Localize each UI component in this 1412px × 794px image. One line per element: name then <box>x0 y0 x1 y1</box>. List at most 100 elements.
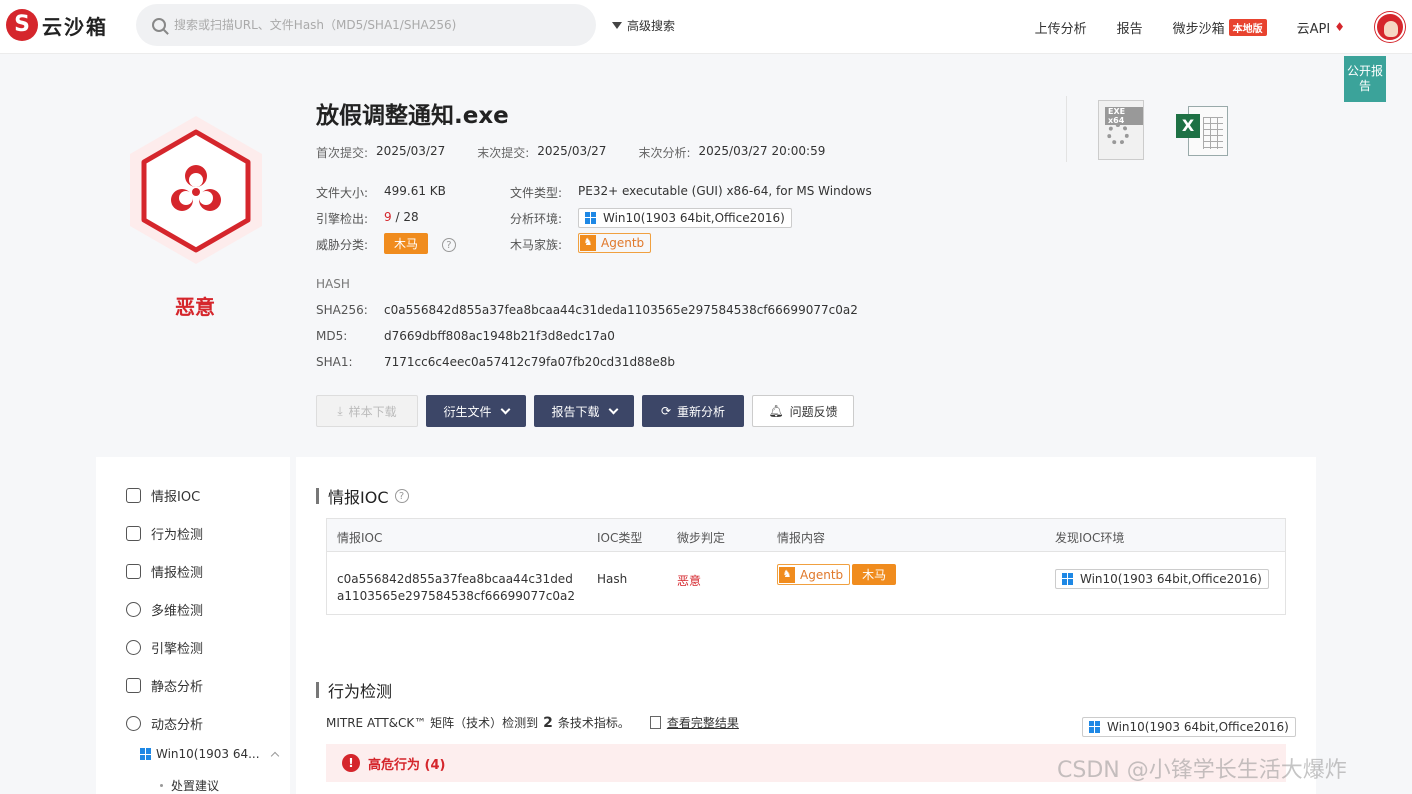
nav-upload[interactable]: 上传分析 <box>1035 18 1087 37</box>
ioc-table-header: 情报IOC IOC类型 微步判定 情报内容 发现IOC环境 <box>327 519 1285 552</box>
section-bar <box>316 488 319 504</box>
sidebar-item-ioc[interactable]: 情报IOC <box>126 486 200 505</box>
engines-label: 引擎检出: <box>316 212 369 226</box>
engines-detected: 9 <box>384 210 392 224</box>
help-icon[interactable]: ? <box>441 238 456 252</box>
malicious-verdict-icon <box>130 116 262 264</box>
logo[interactable]: S 云沙箱 <box>6 9 108 41</box>
static-icon <box>126 678 141 693</box>
top-navbar: S 云沙箱 高级搜索 上传分析 报告 微步沙箱 本地版 云API ♦ <box>0 0 1412 54</box>
exe-label: EXE x64 <box>1105 107 1143 125</box>
family-value-wrap: ♞ Agentb <box>578 233 652 253</box>
env-value-wrap: Win10(1903 64bit,Office2016) <box>578 206 792 228</box>
sha1-label: SHA1: <box>316 355 353 369</box>
last-analysis-value: 2025/03/27 20:00:59 <box>698 144 826 158</box>
sidebar-item-engine[interactable]: 引擎检测 <box>126 638 203 657</box>
section-sidebar: 情报IOC 行为检测 情报检测 多维检测 引擎检测 静态分析 动态分析 Win1… <box>96 457 290 794</box>
nav-local-sandbox[interactable]: 微步沙箱 本地版 <box>1173 18 1267 37</box>
behavior-section-title: 行为检测 <box>316 678 392 702</box>
behavior-section-title-text: 行为检测 <box>328 682 393 701</box>
first-submit-value: 2025/03/27 <box>376 144 446 158</box>
th-intel-content: 情报内容 <box>777 531 826 545</box>
ioc-env-label: Win10(1903 64bit,Office2016) <box>1080 571 1262 586</box>
nav-report[interactable]: 报告 <box>1117 18 1143 37</box>
alert-icon: ! <box>342 754 360 772</box>
watermark: CSDN @小锋学长生活大爆炸 <box>1057 758 1347 783</box>
feedback-label: 问题反馈 <box>789 404 838 419</box>
sidebar-sub-recommendation[interactable]: 处置建议 <box>160 777 219 794</box>
dynamic-icon <box>126 716 141 731</box>
behavior-env-wrap: Win10(1903 64bit,Office2016) <box>1082 715 1296 737</box>
reanalyze-button[interactable]: ⟳ 重新分析 <box>642 395 744 427</box>
file-size-label: 文件大小: <box>316 186 369 200</box>
file-size-value: 499.61 KB <box>384 184 446 198</box>
exe-file-icon: EXE x64 <box>1098 100 1144 160</box>
env-tag: Win10(1903 64bit,Office2016) <box>578 207 792 228</box>
feedback-button[interactable]: 🔔︎ 问题反馈 <box>752 395 854 427</box>
sample-download-button[interactable]: ⤓ 样本下载 <box>316 395 418 427</box>
public-report-button[interactable]: 公开报告 <box>1344 56 1386 102</box>
sidebar-item-label: 情报检测 <box>151 566 204 581</box>
advanced-search-label: 高级搜索 <box>627 19 676 33</box>
ioc-verdict-value: 恶意 <box>677 574 702 588</box>
main-content: 情报IOC ? 情报IOC IOC类型 微步判定 情报内容 发现IOC环境 c0… <box>296 457 1316 794</box>
file-type-label: 文件类型: <box>510 186 563 200</box>
th-ioc: 情报IOC <box>337 531 383 545</box>
nav-cloud-api[interactable]: 云API ♦ <box>1297 18 1345 37</box>
sidebar-item-static[interactable]: 静态分析 <box>126 676 203 695</box>
md5-value: d7669dbff808ac1948b21f3d8edc17a0 <box>384 329 615 343</box>
chevron-up-icon <box>270 751 279 760</box>
derived-files-button[interactable]: 衍生文件 <box>426 395 526 427</box>
sidebar-item-multidim[interactable]: 多维检测 <box>126 600 203 619</box>
download-icon: ⤓ <box>337 403 343 418</box>
search-bar[interactable] <box>136 4 596 46</box>
engine-icon <box>126 640 141 655</box>
chevron-down-icon <box>608 404 618 414</box>
engines-total: 28 <box>403 210 419 224</box>
sidebar-item-intel[interactable]: 情报检测 <box>126 562 203 581</box>
file-name: 放假调整通知.exe <box>316 103 509 129</box>
sidebar-item-behavior[interactable]: 行为检测 <box>126 524 203 543</box>
sidebar-item-label: 行为检测 <box>151 528 204 543</box>
family-label: 木马家族: <box>510 238 563 252</box>
search-icon <box>152 18 166 32</box>
main-nav: 上传分析 报告 微步沙箱 本地版 云API ♦ <box>1035 0 1412 54</box>
logo-icon: S <box>6 9 38 41</box>
sidebar-sub-env[interactable]: Win10(1903 64... <box>140 747 279 761</box>
windows-icon <box>140 748 152 760</box>
windows-icon <box>585 211 597 224</box>
family-tag-icon: ♞ <box>779 566 795 583</box>
family-tag[interactable]: ♞ Agentb <box>578 233 652 253</box>
user-avatar[interactable] <box>1375 12 1405 42</box>
sidebar-sub-recommendation-label: 处置建议 <box>171 779 220 793</box>
file-type-value: PE32+ executable (GUI) x86-64, for MS Wi… <box>578 184 872 198</box>
search-input[interactable] <box>174 18 574 32</box>
sidebar-item-dynamic[interactable]: 动态分析 <box>126 714 203 733</box>
advanced-search-button[interactable]: 高级搜索 <box>612 17 675 34</box>
report-download-button[interactable]: 报告下载 <box>534 395 634 427</box>
help-icon[interactable]: ? <box>394 489 409 503</box>
engines-separator: / <box>395 210 400 224</box>
ioc-family-tag[interactable]: ♞ Agentb <box>777 564 851 585</box>
multidim-icon <box>126 602 141 617</box>
md5-label: MD5: <box>316 329 348 343</box>
ioc-family-tag-label: Agentb <box>800 567 844 582</box>
threat-tag[interactable]: 木马 <box>384 233 429 254</box>
ioc-threat-tag[interactable]: 木马 <box>852 564 897 585</box>
last-submit-label: 末次提交: <box>477 146 530 160</box>
th-verdict: 微步判定 <box>677 531 726 545</box>
first-submit-label: 首次提交: <box>316 146 369 160</box>
th-ioc-env: 发现IOC环境 <box>1055 531 1125 545</box>
ioc-value[interactable]: c0a556842d855a37fea8bcaa44c31deda1103565… <box>337 571 577 605</box>
view-full-results-link[interactable]: 查看完整结果 <box>667 714 739 731</box>
behavior-env-tag[interactable]: Win10(1903 64bit,Office2016) <box>1082 716 1296 737</box>
ioc-icon <box>126 488 141 503</box>
windows-icon <box>1062 572 1074 585</box>
sample-download-label: 样本下载 <box>348 404 397 419</box>
env-label: 分析环境: <box>510 212 563 226</box>
threat-label: 威胁分类: <box>316 238 369 252</box>
derived-files-label: 衍生文件 <box>443 404 492 419</box>
ioc-tags: ♞ Agentb 木马 <box>777 564 897 585</box>
chevron-down-icon <box>500 404 510 414</box>
mitre-prefix: MITRE ATT&CK™ 矩阵（技术）检测到 <box>326 716 539 730</box>
